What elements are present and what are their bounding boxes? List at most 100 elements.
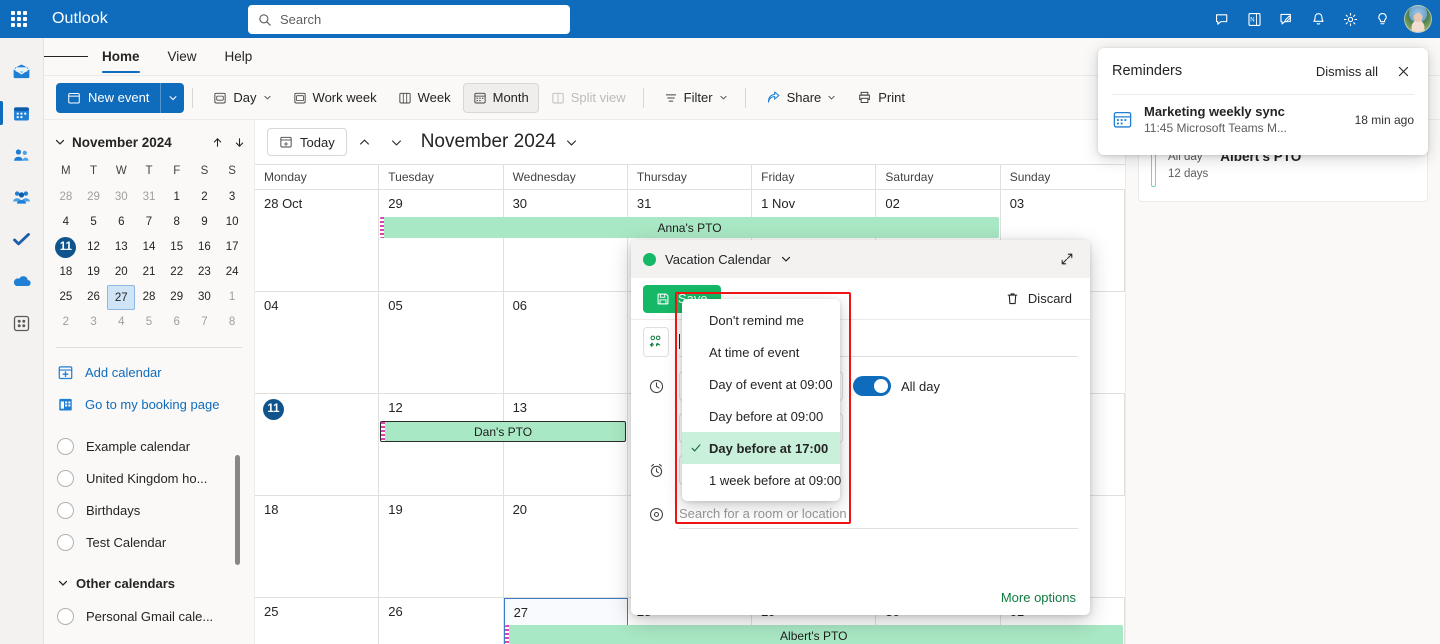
mini-calendar-day[interactable]: 3 <box>80 310 108 335</box>
mini-calendar-day[interactable]: 27 <box>107 285 136 310</box>
add-calendar-button[interactable]: Add calendar <box>44 356 254 388</box>
mini-calendar-day[interactable]: 21 <box>135 260 163 285</box>
mini-calendar-day[interactable]: 7 <box>191 310 219 335</box>
calendar-event-bar[interactable]: Dan's PTO <box>380 421 626 442</box>
view-button-month[interactable]: Month <box>462 82 539 113</box>
expand-dialog-button[interactable] <box>1056 248 1078 270</box>
print-button[interactable]: Print <box>848 83 914 113</box>
calendar-toggle-checkbox[interactable] <box>57 437 74 455</box>
mini-calendar-day[interactable]: 6 <box>163 310 191 335</box>
mini-calendar-day[interactable]: 30 <box>191 285 219 310</box>
mini-calendar-day[interactable]: 1 <box>218 285 246 310</box>
mini-calendar-day[interactable]: 19 <box>80 260 108 285</box>
reminder-option-3[interactable]: Day before at 09:00 <box>682 400 840 432</box>
my-calendar-item-3[interactable]: Test Calendar <box>44 526 254 558</box>
calendar-toggle-checkbox[interactable] <box>57 501 74 519</box>
mini-calendar-day[interactable]: 29 <box>80 185 108 210</box>
mini-calendar-day[interactable]: 10 <box>218 210 246 235</box>
mini-calendar-day[interactable]: 4 <box>107 310 135 335</box>
mini-calendar-day[interactable]: 28 <box>52 185 80 210</box>
calendar-day-cell[interactable]: 19 <box>379 496 504 597</box>
discard-button[interactable]: Discard <box>1005 291 1078 306</box>
all-day-toggle[interactable] <box>853 376 891 396</box>
calendar-day-cell[interactable]: 20 <box>504 496 628 597</box>
mini-calendar-day[interactable]: 2 <box>52 310 80 335</box>
rail-item-mail[interactable] <box>0 50 44 92</box>
my-calendar-item-0[interactable]: Example calendar <box>44 430 254 462</box>
calendar-day-cell[interactable]: 26 <box>379 598 504 644</box>
reminder-option-5[interactable]: 1 week before at 09:00 <box>682 464 841 496</box>
notifications-bell-icon[interactable] <box>1302 3 1334 35</box>
feedback-icon[interactable] <box>1270 3 1302 35</box>
mini-calendar-day[interactable]: 8 <box>163 210 191 235</box>
mini-calendar-day[interactable]: 14 <box>135 235 163 260</box>
left-panel-scrollbar[interactable] <box>235 455 240 565</box>
mini-calendar-day[interactable]: 29 <box>163 285 191 310</box>
calendar-toggle-checkbox[interactable] <box>57 533 74 551</box>
calendar-day-cell[interactable]: 18 <box>255 496 380 597</box>
teams-chat-icon[interactable] <box>1206 3 1238 35</box>
mini-calendar-day[interactable]: 18 <box>52 260 80 285</box>
booking-page-button[interactable]: Go to my booking page <box>44 388 254 420</box>
calendar-day-cell[interactable]: 06 <box>504 292 628 393</box>
mini-calendar-day[interactable]: 12 <box>80 235 108 260</box>
today-button[interactable]: Today <box>267 128 347 156</box>
calendar-day-cell[interactable]: 13 <box>504 394 628 495</box>
other-calendar-item-0[interactable]: Personal Gmail cale... <box>44 600 254 632</box>
view-button-work-week[interactable]: Work week <box>284 83 386 113</box>
rail-item-groups[interactable] <box>0 176 44 218</box>
close-reminders-icon[interactable] <box>1392 60 1414 82</box>
mini-calendar-day[interactable]: 23 <box>191 260 219 285</box>
mini-calendar-day[interactable]: 5 <box>80 210 108 235</box>
mini-calendar-day[interactable]: 6 <box>107 210 135 235</box>
mini-calendar-day[interactable]: 26 <box>80 285 108 310</box>
reminder-option-1[interactable]: At time of event <box>682 336 840 368</box>
rail-item-people[interactable] <box>0 134 44 176</box>
mini-calendar-day[interactable]: 5 <box>135 310 163 335</box>
calendar-day-cell[interactable]: 05 <box>379 292 504 393</box>
mini-calendar-day[interactable]: 22 <box>163 260 191 285</box>
mini-calendar-day[interactable]: 20 <box>107 260 135 285</box>
mini-calendar-day[interactable]: 24 <box>218 260 246 285</box>
mini-calendar-day[interactable]: 3 <box>218 185 246 210</box>
calendar-day-cell[interactable]: 28 Oct <box>255 190 380 291</box>
mini-calendar-day[interactable]: 15 <box>163 235 191 260</box>
mini-calendar-day[interactable]: 31 <box>135 185 163 210</box>
new-event-dropdown-button[interactable] <box>160 82 185 113</box>
next-month-button[interactable] <box>383 128 411 156</box>
more-options-link[interactable]: More options <box>1001 590 1076 605</box>
reminder-item[interactable]: Marketing weekly sync 11:45 Microsoft Te… <box>1098 95 1428 135</box>
other-calendars-section-header[interactable]: Other calendars <box>44 566 254 600</box>
mini-calendar-title[interactable]: November 2024 <box>72 135 206 150</box>
calendar-day-cell[interactable]: 29 <box>379 190 504 291</box>
tips-lightbulb-icon[interactable] <box>1366 3 1398 35</box>
mini-calendar-day[interactable]: 8 <box>218 310 246 335</box>
mini-calendar-day[interactable]: 11 <box>55 237 77 258</box>
reminder-option-2[interactable]: Day of event at 09:00 <box>682 368 840 400</box>
location-input[interactable]: Search for a room or location <box>679 499 1078 529</box>
calendar-day-cell[interactable]: 11 <box>255 394 380 495</box>
share-button[interactable]: Share <box>757 83 846 113</box>
filter-button[interactable]: Filter <box>655 83 737 113</box>
view-button-day[interactable]: Day <box>204 83 280 113</box>
mini-calendar-day[interactable]: 30 <box>107 185 135 210</box>
tab-view[interactable]: View <box>154 38 211 76</box>
invite-people-button[interactable] <box>643 327 669 357</box>
mini-calendar-day[interactable]: 9 <box>191 210 219 235</box>
onenote-icon[interactable]: N <box>1238 3 1270 35</box>
calendar-toggle-checkbox[interactable] <box>57 607 74 625</box>
rail-item-calendar[interactable] <box>0 92 44 134</box>
mini-calendar-day[interactable]: 1 <box>163 185 191 210</box>
reminder-option-0[interactable]: Don't remind me <box>682 304 840 336</box>
mini-calendar-day[interactable]: 7 <box>135 210 163 235</box>
my-calendar-item-2[interactable]: Birthdays <box>44 494 254 526</box>
hamburger-menu-icon[interactable] <box>44 53 89 60</box>
view-button-week[interactable]: Week <box>389 83 460 113</box>
app-launcher-waffle-icon[interactable] <box>0 0 38 38</box>
mini-calendar-prev-button[interactable] <box>206 136 228 149</box>
mini-calendar-collapse-icon[interactable] <box>48 136 72 148</box>
reminder-option-4[interactable]: Day before at 17:00 <box>682 432 840 464</box>
mini-calendar-next-button[interactable] <box>228 136 250 149</box>
rail-item-todo[interactable] <box>0 218 44 260</box>
calendar-day-cell[interactable]: 12 <box>379 394 504 495</box>
